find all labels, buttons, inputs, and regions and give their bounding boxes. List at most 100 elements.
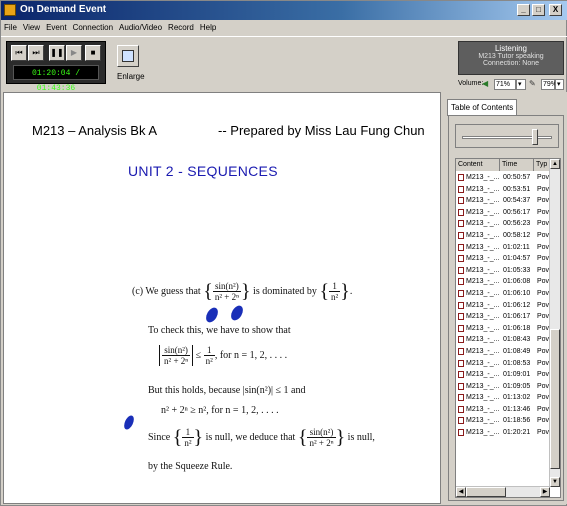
column-content[interactable]: Content	[456, 159, 500, 171]
toc-row-time: 01:08:49	[503, 347, 531, 355]
enlarge-button[interactable]	[117, 45, 139, 67]
toc-row[interactable]: M213_-_... 00:58:12 Pov	[456, 230, 549, 242]
toc-row[interactable]: M213_-_... 01:08:43 Pov	[456, 334, 549, 346]
toc-row[interactable]: M213_-_... 01:06:18 Pov	[456, 323, 549, 335]
document-icon	[458, 371, 464, 379]
dropdown-arrow-icon[interactable]: ▾	[555, 79, 564, 90]
toc-row[interactable]: M213_-_... 01:08:49 Pov	[456, 346, 549, 358]
toc-row-content: M213_-_...	[466, 266, 500, 274]
slider-thumb[interactable]	[532, 129, 538, 145]
volume-row: Volume: ◀ 71% ▾ ✎ 79% ▾	[458, 79, 566, 91]
toc-row-time: 01:06:17	[503, 313, 531, 321]
toc-row-time: 01:20:21	[503, 429, 531, 437]
document-icon	[458, 243, 464, 251]
toc-row[interactable]: M213_-_... 00:56:17 Pov	[456, 207, 549, 219]
math-line-since: Since {1 n²} is null, we deduce that {sin…	[148, 426, 375, 449]
fraction-sin: sin(n²) n² + 2ⁿ	[212, 281, 241, 302]
horizontal-scrollbar[interactable]: ◀ ▶	[456, 486, 550, 497]
toc-row[interactable]: M213_-_... 01:09:01 Pov	[456, 369, 549, 381]
toc-row[interactable]: M213_-_... 00:56:23 Pov	[456, 218, 549, 230]
toc-row-content: M213_-_...	[466, 289, 500, 297]
toc-row-content: M213_-_...	[466, 278, 500, 286]
toc-row-type: Pov	[537, 347, 550, 355]
toc-row-time: 01:06:10	[503, 289, 531, 297]
toc-row[interactable]: M213_-_... 01:18:56 Pov	[456, 415, 549, 427]
toc-row-content: M213_-_...	[466, 220, 500, 228]
document-icon	[458, 394, 464, 402]
document-icon	[458, 278, 464, 286]
position-slider[interactable]	[455, 124, 559, 148]
column-time[interactable]: Time	[500, 159, 534, 171]
microphone-icon[interactable]: ✎	[529, 79, 538, 89]
menu-connection[interactable]: Connection	[70, 21, 116, 32]
toc-row[interactable]: M213_-_... 01:05:33 Pov	[456, 265, 549, 277]
toc-row-type: Pov	[537, 382, 550, 390]
enlarge-icon	[122, 50, 134, 62]
toc-row[interactable]: M213_-_... 00:50:57 Pov	[456, 172, 549, 184]
prev-icon[interactable]: ⏮	[11, 45, 27, 61]
hscroll-thumb[interactable]	[466, 487, 506, 497]
toc-row[interactable]: M213_-_... 01:06:12 Pov	[456, 300, 549, 312]
speaker-icon[interactable]: ◀	[482, 79, 490, 89]
media-player-controls: ⏮ ⏭ ❚❚ ▶ ■ 01:20:04 / 01:43:36	[6, 41, 106, 93]
menu-view[interactable]: View	[20, 21, 43, 32]
toc-row[interactable]: M213_-_... 01:20:21 Pov	[456, 427, 549, 439]
minimize-button[interactable]: _	[517, 4, 530, 16]
toc-row-time: 01:08:43	[503, 336, 531, 344]
document-icon	[458, 197, 464, 205]
maximize-button[interactable]: □	[532, 4, 545, 16]
volume-select-2[interactable]: 79%	[541, 79, 557, 90]
tab-table-of-contents[interactable]: Table of Contents	[447, 99, 518, 116]
scroll-left-icon[interactable]: ◀	[456, 487, 466, 497]
toc-row[interactable]: M213_-_... 01:06:10 Pov	[456, 288, 549, 300]
toc-row-type: Pov	[537, 197, 550, 205]
toc-row-time: 00:58:12	[503, 231, 531, 239]
scroll-down-icon[interactable]: ▼	[550, 477, 560, 487]
toc-row[interactable]: M213_-_... 01:08:53 Pov	[456, 358, 549, 370]
toc-row-time: 01:09:05	[503, 382, 531, 390]
toc-row[interactable]: M213_-_... 01:06:17 Pov	[456, 311, 549, 323]
document-icon	[458, 231, 464, 239]
scroll-right-icon[interactable]: ▶	[540, 487, 550, 497]
dropdown-arrow-icon[interactable]: ▾	[516, 79, 526, 90]
vertical-scrollbar[interactable]: ▲ ▼	[549, 159, 560, 487]
document-viewer[interactable]: M213 – Analysis Bk A -- Prepared by Miss…	[3, 92, 441, 504]
toc-row[interactable]: M213_-_... 01:13:46 Pov	[456, 404, 549, 416]
toc-row[interactable]: M213_-_... 00:54:37 Pov	[456, 195, 549, 207]
toc-row-time: 01:09:01	[503, 371, 531, 379]
toc-row[interactable]: M213_-_... 01:13:02 Pov	[456, 392, 549, 404]
menu-record[interactable]: Record	[165, 21, 197, 32]
toc-row-type: Pov	[537, 255, 550, 263]
toc-row-type: Pov	[537, 324, 550, 332]
menu-help[interactable]: Help	[197, 21, 219, 32]
stop-icon[interactable]: ■	[85, 45, 101, 61]
toc-row-time: 01:05:33	[503, 266, 531, 274]
toc-row-type: Pov	[537, 266, 550, 274]
scroll-thumb[interactable]	[550, 329, 560, 469]
toc-row-type: Pov	[537, 301, 550, 309]
status-line-3: Connection: None	[482, 60, 540, 67]
toc-row-time: 01:04:57	[503, 255, 531, 263]
menu-file[interactable]: File	[1, 21, 20, 32]
toc-row[interactable]: M213_-_... 01:06:08 Pov	[456, 276, 549, 288]
toc-row-type: Pov	[537, 359, 550, 367]
column-type[interactable]: Typ	[534, 159, 549, 171]
scroll-up-icon[interactable]: ▲	[550, 159, 560, 169]
toc-row[interactable]: M213_-_... 00:53:51 Pov	[456, 184, 549, 196]
document-icon	[458, 405, 464, 413]
toc-row[interactable]: M213_-_... 01:04:57 Pov	[456, 253, 549, 265]
next-icon[interactable]: ⏭	[28, 45, 44, 61]
toc-pane: Table of Contents Content Time Typ M213_…	[445, 92, 567, 504]
play-icon[interactable]: ▶	[66, 45, 82, 61]
close-button[interactable]: X	[549, 4, 562, 16]
document-icon	[458, 301, 464, 309]
text-squeeze: by the Squeeze Rule.	[148, 461, 233, 472]
time-display: 01:20:04 / 01:43:36	[13, 65, 99, 93]
pause-icon[interactable]: ❚❚	[49, 45, 65, 61]
volume-select-1[interactable]: 71%	[494, 79, 516, 90]
document-icon	[458, 266, 464, 274]
toc-row[interactable]: M213_-_... 01:02:11 Pov	[456, 242, 549, 254]
menu-event[interactable]: Event	[43, 21, 69, 32]
menu-audio-video[interactable]: Audio/Video	[116, 21, 165, 32]
toc-row[interactable]: M213_-_... 01:09:05 Pov	[456, 381, 549, 393]
